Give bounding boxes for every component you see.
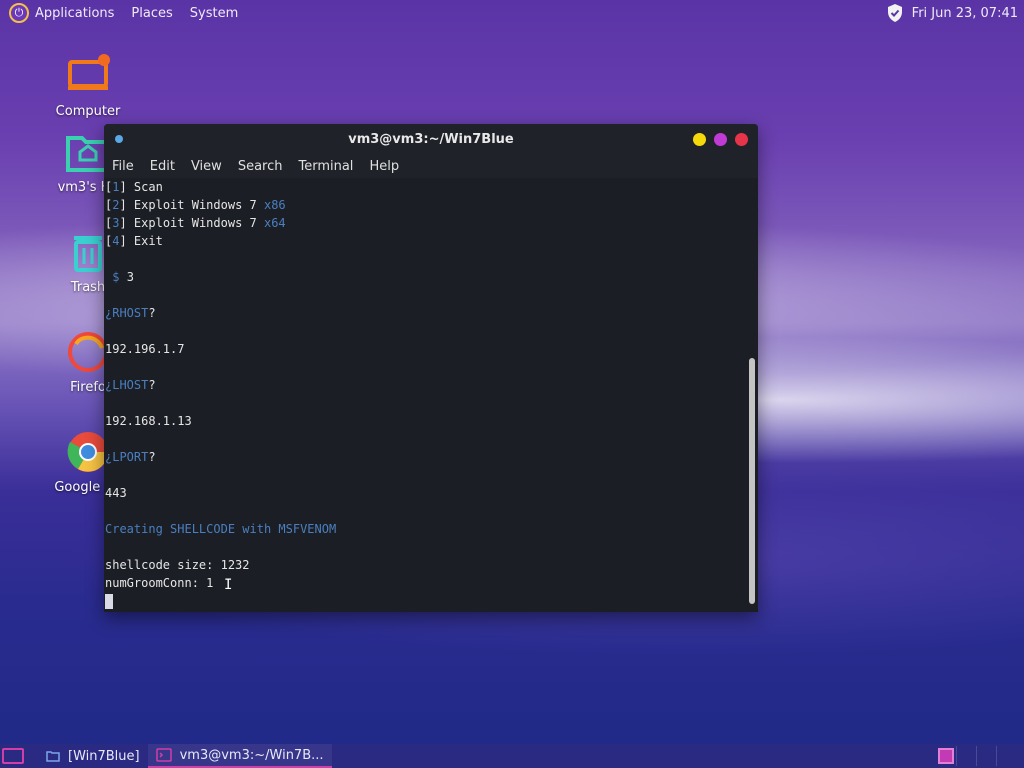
creating-shellcode-line: Creating SHELLCODE with MSFVENOM xyxy=(105,522,337,536)
terminal-line: [1] Scan xyxy=(105,180,163,194)
taskbar-item-terminal[interactable]: vm3@vm3:~/Win7B... xyxy=(147,744,332,768)
text-cursor xyxy=(105,594,113,609)
desktop-icon-computer[interactable]: Computer xyxy=(38,52,138,119)
shield-icon[interactable] xyxy=(886,3,904,23)
clock[interactable]: Fri Jun 23, 07:41 xyxy=(912,6,1018,21)
prompt-input: 3 xyxy=(119,270,134,284)
option-text: Exploit Windows 7 xyxy=(126,216,264,230)
option-text: Exit xyxy=(126,234,163,248)
menu-terminal[interactable]: Terminal xyxy=(298,159,353,174)
workspace-4[interactable] xyxy=(996,746,1016,766)
option-number: 2 xyxy=(112,198,120,212)
terminal-menubar: File Edit View Search Terminal Help xyxy=(104,154,758,178)
terminal-line: [2] Exploit Windows 7 x86 xyxy=(105,198,286,212)
lport-label: LPORT xyxy=(112,450,149,464)
ibeam-cursor-icon: Ι xyxy=(224,577,233,593)
workspace-3[interactable] xyxy=(976,746,996,766)
option-arch: x86 xyxy=(263,198,286,212)
panel-tray: Fri Jun 23, 07:41 xyxy=(886,3,1018,23)
rhost-value: 192.196.1.7 xyxy=(105,342,185,356)
top-panel: ⏻ Applications Places System Fri Jun 23,… xyxy=(0,0,1024,26)
option-number: 1 xyxy=(112,180,120,194)
window-titlebar[interactable]: vm3@vm3:~/Win7Blue xyxy=(104,124,758,154)
window-title: vm3@vm3:~/Win7Blue xyxy=(348,131,514,147)
menu-search[interactable]: Search xyxy=(238,159,283,174)
desktop-icon-label: Computer xyxy=(55,104,121,119)
terminal-line: ¿LHOST? xyxy=(105,378,156,392)
terminal-window[interactable]: vm3@vm3:~/Win7Blue File Edit View Search… xyxy=(104,124,758,612)
close-button[interactable] xyxy=(735,132,748,146)
terminal-line: ¿RHOST? xyxy=(105,306,156,320)
menu-applications[interactable]: Applications xyxy=(35,6,114,21)
menu-logo-icon[interactable]: ⏻ xyxy=(9,3,29,23)
menu-places[interactable]: Places xyxy=(131,6,172,21)
option-number: 3 xyxy=(112,216,120,230)
folder-icon xyxy=(46,751,60,762)
menu-system[interactable]: System xyxy=(190,6,238,21)
window-controls xyxy=(693,132,748,146)
menu-edit[interactable]: Edit xyxy=(150,159,175,174)
menu-help[interactable]: Help xyxy=(369,159,399,174)
terminal-line: [4] Exit xyxy=(105,234,163,248)
taskbar-item-win7blue[interactable]: [Win7Blue] xyxy=(38,744,148,768)
lhost-label: LHOST xyxy=(112,378,149,392)
rhost-label: RHOST xyxy=(112,306,149,320)
terminal-output[interactable]: [1] Scan [2] Exploit Windows 7 x86 [3] E… xyxy=(104,178,758,612)
lport-value: 443 xyxy=(105,486,127,500)
taskbar-item-label: vm3@vm3:~/Win7B... xyxy=(179,747,324,763)
menu-file[interactable]: File xyxy=(112,159,134,174)
bottom-panel: [Win7Blue] vm3@vm3:~/Win7B... xyxy=(0,744,1024,768)
maximize-button[interactable] xyxy=(714,132,727,146)
terminal-line xyxy=(105,592,758,610)
option-arch: x64 xyxy=(263,216,286,230)
taskbar-item-label: [Win7Blue] xyxy=(68,748,140,764)
terminal-line: ¿LPORT? xyxy=(105,450,156,464)
terminal-line: $ 3 xyxy=(105,268,758,286)
option-text: Exploit Windows 7 xyxy=(126,198,264,212)
workspace-1[interactable] xyxy=(938,748,954,764)
option-number: 4 xyxy=(112,234,120,248)
terminal-line: [3] Exploit Windows 7 x64 xyxy=(105,216,286,230)
lhost-value: 192.168.1.13 xyxy=(105,414,192,428)
menu-view[interactable]: View xyxy=(191,159,222,174)
scrollbar[interactable] xyxy=(749,358,755,604)
workspace-switcher xyxy=(936,746,1016,766)
num-groom-line: numGroomConn: 1 xyxy=(105,576,214,590)
computer-icon xyxy=(64,52,112,100)
minimize-button[interactable] xyxy=(693,132,706,146)
shellcode-size-line: shellcode size: 1232 xyxy=(105,558,250,572)
option-text: Scan xyxy=(126,180,163,194)
show-desktop-icon[interactable] xyxy=(2,748,24,764)
terminal-icon xyxy=(155,748,172,762)
workspace-2[interactable] xyxy=(956,746,976,766)
